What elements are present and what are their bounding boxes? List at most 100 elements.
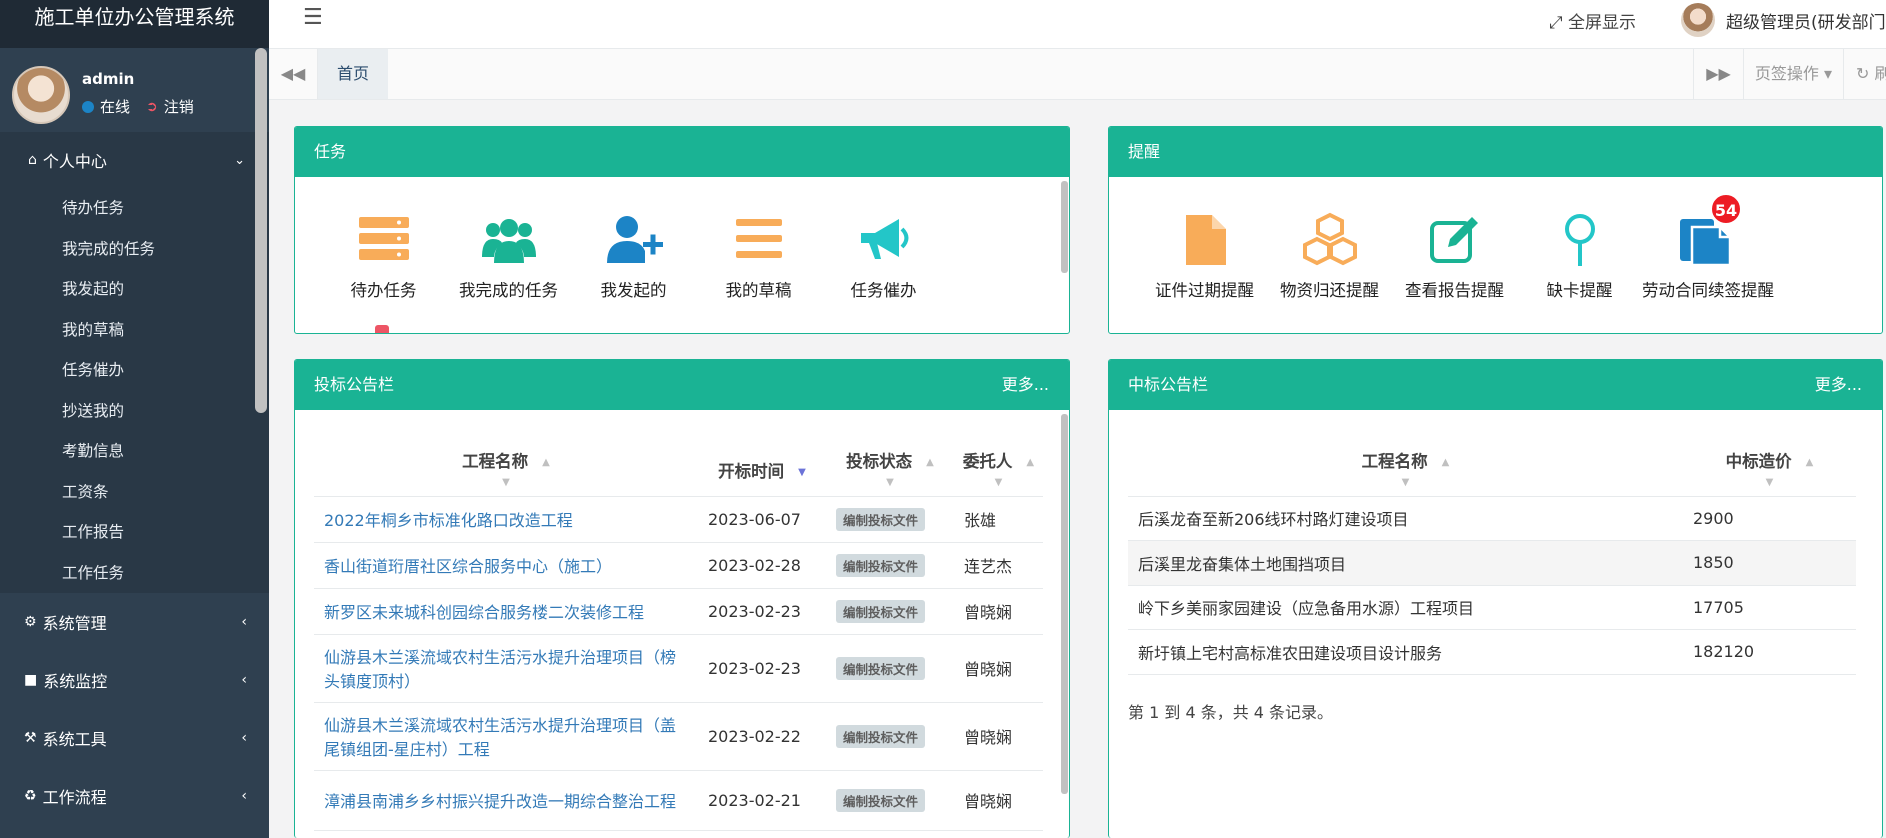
sidebar-scrollbar[interactable] — [255, 48, 267, 413]
fullscreen-label: 全屏显示 — [1568, 13, 1637, 33]
menu-system-monitor[interactable]: ■ 系统监控 ‹ — [0, 651, 269, 709]
sidebar-item[interactable]: 待办任务 — [0, 188, 269, 229]
bid-notice-panel: 投标公告栏 更多... 工程名称 ▲ ▼ 开标时间 ▼ 投标状态 ▲ ▼ 委托人 ▲ ▼ 20… — [294, 359, 1070, 838]
agent-cell: 曾晓娴 — [954, 702, 1043, 771]
table-row[interactable]: 香山街道珩厝社区综合服务中心（施工） 2023-02-28 编制投标文件 连艺杰 — [314, 542, 1043, 589]
table-row[interactable]: 漳浦县南浦乡乡村振兴提升改造一期综合整治工程 2023-02-21 编制投标文件 曾晓… — [314, 770, 1043, 831]
menu-personal[interactable]: ⌂ 个人中心 ⌄ — [0, 132, 269, 188]
sidebar-item[interactable]: 我的草稿 — [0, 310, 269, 351]
avatar[interactable] — [12, 66, 70, 124]
sidebar-item[interactable]: 我完成的任务 — [0, 229, 269, 270]
project-link[interactable]: 新罗区未来城科创园综合服务楼二次装修工程 — [324, 603, 644, 622]
project-link[interactable]: 香山街道珩厝社区综合服务中心（施工） — [324, 557, 612, 576]
menu-system-manage[interactable]: ⚙ 系统管理 ‹ — [0, 593, 269, 651]
col-agent[interactable]: 委托人 ▲ ▼ — [954, 444, 1043, 497]
gear-icon: ⚙ — [24, 614, 37, 630]
chevron-left-icon: ‹ — [241, 614, 247, 630]
date-cell: 2023-02-22 — [698, 702, 826, 771]
shortcut-4[interactable]: 任务催办 — [821, 211, 946, 301]
tab-scroll-left-icon[interactable]: ◀◀ — [269, 49, 318, 99]
shortcut-1[interactable]: 物资归还提醒 — [1267, 211, 1392, 301]
shortcut-4[interactable]: 劳动合同续签提醒 54 — [1642, 193, 1774, 301]
status-cell: 编制投标文件 — [826, 702, 954, 771]
project-link[interactable]: 2022年桐乡市标准化路口改造工程 — [324, 511, 573, 530]
table-row[interactable]: 仙游县木兰溪流域农村生活污水提升治理项目（盖尾镇组团-星庄村）工程 2023-02… — [314, 702, 1043, 771]
tab-scroll-right-icon[interactable]: ▶▶ — [1693, 49, 1743, 99]
shortcut-2[interactable]: 查看报告提醒 — [1392, 211, 1517, 301]
col-bid-status[interactable]: 投标状态 ▲ ▼ — [826, 444, 954, 497]
caret-down-icon: ▾ — [1824, 64, 1833, 83]
sidebar-item[interactable]: 工作报告 — [0, 512, 269, 553]
shortcut-3[interactable]: 我的草稿 — [696, 211, 821, 301]
user-panel: admin 在线 ➲ 注销 — [0, 48, 269, 132]
status-cell: 编制投标文件 — [826, 588, 954, 635]
reminders-panel-title: 提醒 — [1109, 127, 1882, 177]
menu-label: 系统管理 — [42, 614, 107, 633]
logout-link[interactable]: 注销 — [164, 96, 194, 117]
status-badge: 编制投标文件 — [836, 656, 926, 680]
project-name-cell[interactable]: 仙游县木兰溪流域农村生活污水提升治理项目（盖尾镇组团-星庄村）工程 — [314, 702, 698, 771]
price-cell: 182120 — [1683, 629, 1856, 675]
status-cell: 编制投标文件 — [826, 634, 954, 703]
project-name-cell[interactable]: 新罗区未来城科创园综合服务楼二次装修工程 — [314, 588, 698, 635]
shortcut-0[interactable]: 证件过期提醒 — [1142, 211, 1267, 301]
shortcut-1[interactable]: 我完成的任务 — [446, 211, 571, 301]
sidebar-item[interactable]: 工资条 — [0, 472, 269, 513]
cubes-icon — [1302, 212, 1357, 266]
top-navbar: ☰ ⤢ 全屏显示 超级管理员(研发部门) — [269, 0, 1886, 49]
tab-home[interactable]: 首页 — [318, 49, 388, 99]
sidebar-item[interactable]: 工作任务 — [0, 553, 269, 594]
sign-out-icon[interactable]: ➲ — [146, 99, 158, 115]
bars-icon — [735, 219, 782, 258]
price-cell: 17705 — [1683, 585, 1856, 630]
project-link[interactable]: 仙游县木兰溪流域农村生活污水提升治理项目（榜头镇度顶村） — [324, 648, 676, 691]
sidebar-item[interactable]: 我发起的 — [0, 269, 269, 310]
chevron-left-icon: ‹ — [241, 672, 247, 688]
shortcut-3[interactable]: 缺卡提醒 — [1517, 211, 1642, 301]
chevron-left-icon: ‹ — [241, 788, 247, 804]
tasks-scrollbar[interactable] — [1061, 181, 1068, 273]
table-row[interactable]: 后溪龙奋至新206线环村路灯建设项目 2900 — [1128, 496, 1856, 541]
col-project-name[interactable]: 工程名称 ▲ ▼ — [1128, 444, 1683, 497]
menu-label: 工作流程 — [42, 788, 107, 807]
sidebar-item[interactable]: 考勤信息 — [0, 431, 269, 472]
page-ops-dropdown[interactable]: 页签操作 ▾ — [1743, 49, 1843, 99]
project-link[interactable]: 仙游县木兰溪流域农村生活污水提升治理项目（盖尾镇组团-星庄村）工程 — [324, 716, 676, 759]
status-cell: 编制投标文件 — [826, 770, 954, 831]
bid-scrollbar[interactable] — [1061, 414, 1068, 794]
col-open-date[interactable]: 开标时间 ▼ — [698, 444, 826, 497]
col-win-price[interactable]: 中标造价 ▲ ▼ — [1683, 444, 1856, 497]
sidebar-item[interactable]: 抄送我的 — [0, 391, 269, 432]
menu-toggle-icon[interactable]: ☰ — [303, 5, 323, 30]
refresh-button[interactable]: ↻ 刷新 — [1843, 49, 1886, 99]
table-row[interactable]: 岭下乡美丽家园建设（应急备用水源）工程项目 17705 — [1128, 585, 1856, 630]
header-avatar[interactable] — [1681, 3, 1715, 37]
recycle-icon: ♻ — [24, 788, 37, 804]
table-row[interactable]: 新罗区未来城科创园综合服务楼二次装修工程 2023-02-23 编制投标文件 曾晓娴 — [314, 588, 1043, 635]
server-icon — [358, 217, 409, 260]
shortcut-0[interactable]: 待办任务 — [321, 211, 446, 301]
table-row[interactable]: 后溪里龙奋集体土地围挡项目 1850 — [1128, 540, 1856, 586]
table-row[interactable]: 仙游县木兰溪流域农村生活污水提升治理项目（榜头镇度顶村） 2023-02-23 编制… — [314, 634, 1043, 703]
menu-system-tools[interactable]: ⚒ 系统工具 ‹ — [0, 709, 269, 767]
tasks-icons: 待办任务 我完成的任务 我发起的 我的草稿 任务催办 — [295, 177, 1069, 301]
sidebar-item[interactable]: 任务催办 — [0, 350, 269, 391]
table-row[interactable]: 新圩镇上宅村高标准农田建设项目设计服务 182120 — [1128, 629, 1856, 675]
menu-workflow[interactable]: ♻ 工作流程 ‹ — [0, 767, 269, 825]
header-user-name[interactable]: 超级管理员(研发部门) — [1726, 8, 1886, 33]
reminders-icons: 证件过期提醒 物资归还提醒 查看报告提醒 缺卡提醒 劳动合同续签提醒 54 — [1109, 177, 1882, 301]
project-name-cell[interactable]: 香山街道珩厝社区综合服务中心（施工） — [314, 542, 698, 589]
table-row[interactable]: 2022年桐乡市标准化路口改造工程 2023-06-07 编制投标文件 张雄 — [314, 496, 1043, 543]
bid-more-link[interactable]: 更多... — [1002, 360, 1049, 410]
win-more-link[interactable]: 更多... — [1815, 360, 1862, 410]
date-cell: 2023-02-23 — [698, 588, 826, 635]
project-name-cell[interactable]: 仙游县木兰溪流域农村生活污水提升治理项目（榜头镇度顶村） — [314, 634, 698, 703]
project-link[interactable]: 漳浦县南浦乡乡村振兴提升改造一期综合整治工程 — [324, 792, 676, 811]
win-table: 工程名称 ▲ ▼ 中标造价 ▲ ▼ 后溪龙奋至新206线环村路灯建设项目 2900 后溪里龙… — [1128, 444, 1856, 675]
project-name-cell[interactable]: 漳浦县南浦乡乡村振兴提升改造一期综合整治工程 — [314, 770, 698, 831]
bid-table-wrap: 工程名称 ▲ ▼ 开标时间 ▼ 投标状态 ▲ ▼ 委托人 ▲ ▼ 2022年桐乡市标准化路口改… — [295, 410, 1069, 831]
fullscreen-button[interactable]: ⤢ 全屏显示 — [1549, 8, 1636, 33]
col-project-name[interactable]: 工程名称 ▲ ▼ — [314, 444, 698, 497]
shortcut-2[interactable]: 我发起的 — [571, 211, 696, 301]
project-name-cell[interactable]: 2022年桐乡市标准化路口改造工程 — [314, 496, 698, 543]
